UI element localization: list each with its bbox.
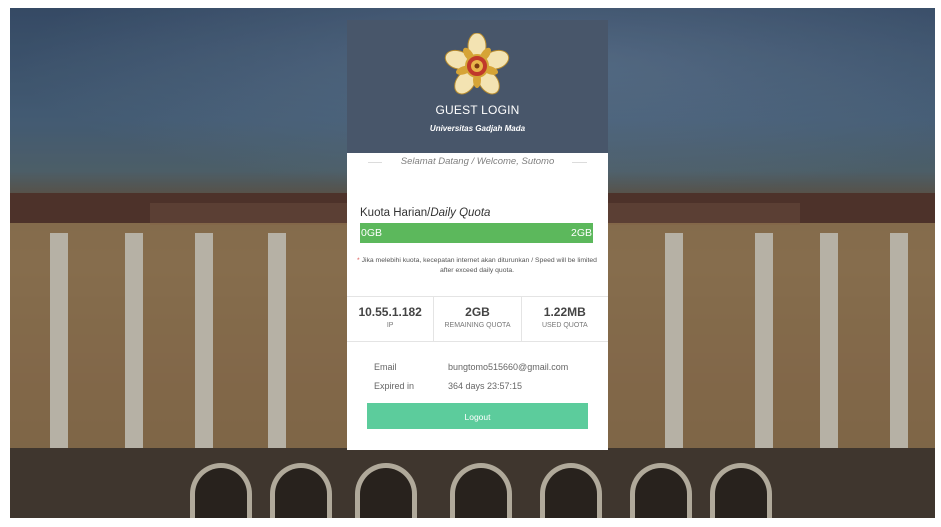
stat-value: 2GB (465, 305, 490, 319)
stats-row: 10.55.1.182 IP 2GB REMAINING QUOTA 1.22M… (347, 296, 608, 342)
expired-value: 364 days 23:57:15 (448, 381, 523, 391)
ugm-seal-icon (444, 33, 510, 95)
email-value: bungtomo515660@gmail.com (448, 362, 569, 372)
expired-label: Expired in (374, 381, 415, 391)
quota-note: * Jika melebihi kuota, kecepatan interne… (357, 257, 597, 274)
university-name: Universitas Gadjah Mada (429, 124, 526, 133)
quota-max-label: 2GB (570, 227, 592, 239)
stat-ip: 10.55.1.182 IP (347, 297, 435, 341)
welcome-text: Selamat Datang / Welcome, Sutomo (400, 156, 555, 167)
stat-value: 10.55.1.182 (358, 305, 422, 319)
page-title: GUEST LOGIN (435, 103, 520, 117)
stat-used-quota: 1.22MB USED QUOTA (522, 297, 608, 341)
email-label: Email (374, 362, 397, 372)
stat-remaining-quota: 2GB REMAINING QUOTA (434, 297, 522, 341)
card-header: GUEST LOGIN Universitas Gadjah Mada (347, 20, 608, 153)
logout-button[interactable]: Logout (367, 403, 588, 429)
quota-title: Kuota Harian/Daily Quota (360, 207, 491, 219)
quota-min-label: 0GB (361, 227, 383, 239)
stat-label: IP (386, 322, 394, 329)
quota-progress-bar: 0GB 2GB (360, 223, 593, 243)
stat-label: USED QUOTA (541, 322, 588, 329)
stat-value: 1.22MB (543, 305, 586, 319)
stat-label: REMAINING QUOTA (444, 322, 511, 329)
